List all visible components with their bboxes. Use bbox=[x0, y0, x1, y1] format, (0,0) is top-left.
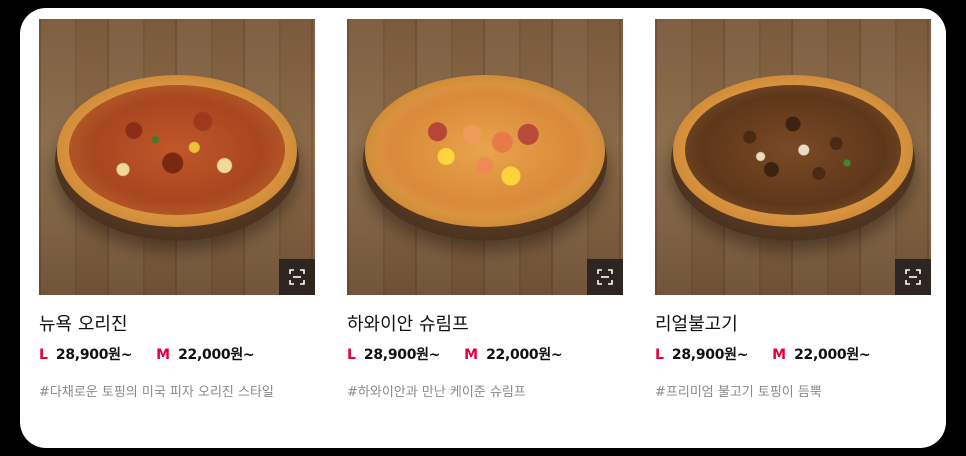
product-name[interactable]: 리얼불고기 bbox=[655, 313, 931, 337]
product-tagline: #다채로운 토핑의 미국 피자 오리진 스타일 bbox=[39, 385, 274, 400]
product-image[interactable] bbox=[347, 19, 623, 295]
price-m: 22,000원~ bbox=[178, 347, 255, 363]
product-tagline: #하와이안과 만난 케이준 슈림프 bbox=[347, 385, 526, 400]
product-prices: L 28,900원~ M 22,000원~ bbox=[39, 346, 315, 364]
expand-icon bbox=[597, 269, 613, 285]
pizza-image bbox=[57, 75, 297, 227]
zoom-button[interactable] bbox=[587, 259, 623, 295]
product-image[interactable] bbox=[39, 19, 315, 295]
price-m: 22,000원~ bbox=[794, 347, 871, 363]
size-l-label: L bbox=[347, 347, 356, 363]
price-l: 28,900원~ bbox=[363, 347, 441, 363]
zoom-button[interactable] bbox=[895, 259, 931, 295]
product-card[interactable]: 뉴욕 오리진 L 28,900원~ M 22,000원~ #다채로운 토핑의 미… bbox=[39, 19, 315, 402]
pizza-image bbox=[365, 75, 605, 227]
product-name[interactable]: 하와이안 슈림프 bbox=[347, 313, 623, 337]
product-name[interactable]: 뉴욕 오리진 bbox=[39, 313, 315, 337]
zoom-button[interactable] bbox=[279, 259, 315, 295]
product-card[interactable]: 리얼불고기 L 28,900원~ M 22,000원~ #프리미엄 불고기 토핑… bbox=[655, 19, 931, 402]
pizza-image bbox=[673, 75, 913, 227]
price-l: 28,900원~ bbox=[671, 347, 749, 363]
product-card[interactable]: 하와이안 슈림프 L 28,900원~ M 22,000원~ #하와이안과 만난… bbox=[347, 19, 623, 402]
size-m-label: M bbox=[772, 347, 787, 363]
expand-icon bbox=[905, 269, 921, 285]
product-image[interactable] bbox=[655, 19, 931, 295]
size-l-label: L bbox=[655, 347, 664, 363]
product-list-panel: 뉴욕 오리진 L 28,900원~ M 22,000원~ #다채로운 토핑의 미… bbox=[20, 8, 946, 448]
price-m: 22,000원~ bbox=[486, 347, 563, 363]
product-tagline: #프리미엄 불고기 토핑이 듬뿍 bbox=[655, 385, 822, 400]
product-prices: L 28,900원~ M 22,000원~ bbox=[347, 346, 623, 364]
expand-icon bbox=[289, 269, 305, 285]
price-l: 28,900원~ bbox=[55, 347, 133, 363]
size-m-label: M bbox=[156, 347, 171, 363]
size-l-label: L bbox=[39, 347, 48, 363]
product-prices: L 28,900원~ M 22,000원~ bbox=[655, 346, 931, 364]
size-m-label: M bbox=[464, 347, 479, 363]
